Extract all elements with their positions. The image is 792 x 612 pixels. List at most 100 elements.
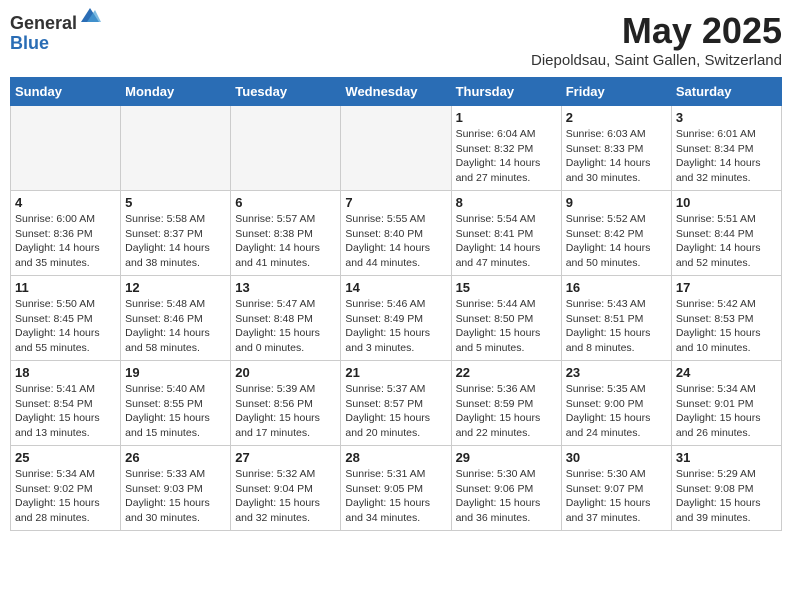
day-info: Sunrise: 5:35 AMSunset: 9:00 PMDaylight:… [566,382,667,441]
day-info: Sunrise: 5:46 AMSunset: 8:49 PMDaylight:… [345,297,446,356]
day-number: 25 [15,450,116,465]
calendar-cell [11,106,121,191]
day-info: Sunrise: 5:44 AMSunset: 8:50 PMDaylight:… [456,297,557,356]
calendar-cell: 22Sunrise: 5:36 AMSunset: 8:59 PMDayligh… [451,361,561,446]
calendar-header-row: Sunday Monday Tuesday Wednesday Thursday… [11,78,782,106]
col-saturday: Saturday [671,78,781,106]
day-info: Sunrise: 5:33 AMSunset: 9:03 PMDaylight:… [125,467,226,526]
day-info: Sunrise: 6:03 AMSunset: 8:33 PMDaylight:… [566,127,667,186]
calendar-cell: 8 Sunrise: 5:54 AMSunset: 8:41 PMDaylight… [451,191,561,276]
day-number: 23 [566,365,667,380]
day-number: 2 [566,110,667,125]
calendar-cell: 5 Sunrise: 5:58 AMSunset: 8:37 PMDaylight… [121,191,231,276]
day-info: Sunrise: 5:43 AMSunset: 8:51 PMDaylight:… [566,297,667,356]
logo-blue: Blue [10,34,101,54]
day-info: Sunrise: 5:55 AMSunset: 8:40 PMDaylight:… [345,212,446,271]
logo: General Blue [10,14,101,54]
header: General Blue May 2025 Diepoldsau, Saint … [10,10,782,69]
day-number: 19 [125,365,226,380]
day-number: 28 [345,450,446,465]
calendar-cell: 23 Sunrise: 5:35 AMSunset: 9:00 PMDayligh… [561,361,671,446]
calendar-cell: 1 Sunrise: 6:04 AMSunset: 8:32 PMDaylight… [451,106,561,191]
day-info: Sunrise: 5:36 AMSunset: 8:59 PMDaylight:… [456,382,557,441]
day-number: 14 [345,280,446,295]
day-info: Sunrise: 6:00 AMSunset: 8:36 PMDaylight:… [15,212,116,271]
calendar-cell: 30Sunrise: 5:30 AMSunset: 9:07 PMDayligh… [561,446,671,531]
calendar-cell: 13 Sunrise: 5:47 AMSunset: 8:48 PMDayligh… [231,276,341,361]
day-number: 15 [456,280,557,295]
calendar-cell [341,106,451,191]
day-number: 4 [15,195,116,210]
calendar-cell: 29 Sunrise: 5:30 AMSunset: 9:06 PMDayligh… [451,446,561,531]
day-info: Sunrise: 5:31 AMSunset: 9:05 PMDaylight:… [345,467,446,526]
logo-icon [79,4,101,26]
day-number: 24 [676,365,777,380]
day-info: Sunrise: 5:30 AMSunset: 9:07 PMDaylight:… [566,467,667,526]
day-number: 11 [15,280,116,295]
calendar-cell: 31 Sunrise: 5:29 AMSunset: 9:08 PMDayligh… [671,446,781,531]
col-tuesday: Tuesday [231,78,341,106]
calendar-cell: 3Sunrise: 6:01 AMSunset: 8:34 PMDaylight… [671,106,781,191]
day-info: Sunrise: 5:57 AMSunset: 8:38 PMDaylight:… [235,212,336,271]
day-info: Sunrise: 5:42 AMSunset: 8:53 PMDaylight:… [676,297,777,356]
calendar-cell [231,106,341,191]
calendar-cell: 6 Sunrise: 5:57 AMSunset: 8:38 PMDaylight… [231,191,341,276]
col-wednesday: Wednesday [341,78,451,106]
calendar-cell: 16 Sunrise: 5:43 AMSunset: 8:51 PMDayligh… [561,276,671,361]
day-number: 10 [676,195,777,210]
day-number: 31 [676,450,777,465]
calendar-cell: 14 Sunrise: 5:46 AMSunset: 8:49 PMDayligh… [341,276,451,361]
day-info: Sunrise: 5:29 AMSunset: 9:08 PMDaylight:… [676,467,777,526]
day-info: Sunrise: 5:50 AMSunset: 8:45 PMDaylight:… [15,297,116,356]
calendar-cell: 10Sunrise: 5:51 AMSunset: 8:44 PMDayligh… [671,191,781,276]
month-title: May 2025 [531,10,782,52]
day-info: Sunrise: 5:58 AMSunset: 8:37 PMDaylight:… [125,212,226,271]
calendar-cell: 21 Sunrise: 5:37 AMSunset: 8:57 PMDayligh… [341,361,451,446]
col-monday: Monday [121,78,231,106]
day-number: 9 [566,195,667,210]
day-number: 13 [235,280,336,295]
day-number: 18 [15,365,116,380]
day-info: Sunrise: 5:37 AMSunset: 8:57 PMDaylight:… [345,382,446,441]
day-info: Sunrise: 5:48 AMSunset: 8:46 PMDaylight:… [125,297,226,356]
week-row-2: 4 Sunrise: 6:00 AMSunset: 8:36 PMDaylight… [11,191,782,276]
day-info: Sunrise: 5:47 AMSunset: 8:48 PMDaylight:… [235,297,336,356]
day-number: 7 [345,195,446,210]
calendar-cell: 2 Sunrise: 6:03 AMSunset: 8:33 PMDaylight… [561,106,671,191]
calendar-cell: 17Sunrise: 5:42 AMSunset: 8:53 PMDayligh… [671,276,781,361]
day-number: 29 [456,450,557,465]
calendar-cell [121,106,231,191]
calendar-cell: 4 Sunrise: 6:00 AMSunset: 8:36 PMDaylight… [11,191,121,276]
week-row-5: 25 Sunrise: 5:34 AMSunset: 9:02 PMDayligh… [11,446,782,531]
week-row-4: 18Sunrise: 5:41 AMSunset: 8:54 PMDayligh… [11,361,782,446]
calendar-cell: 24 Sunrise: 5:34 AMSunset: 9:01 PMDayligh… [671,361,781,446]
week-row-1: 1 Sunrise: 6:04 AMSunset: 8:32 PMDaylight… [11,106,782,191]
day-number: 1 [456,110,557,125]
calendar-cell: 9 Sunrise: 5:52 AMSunset: 8:42 PMDaylight… [561,191,671,276]
day-number: 21 [345,365,446,380]
calendar: Sunday Monday Tuesday Wednesday Thursday… [10,77,782,531]
day-number: 8 [456,195,557,210]
col-sunday: Sunday [11,78,121,106]
day-number: 5 [125,195,226,210]
calendar-cell: 18Sunrise: 5:41 AMSunset: 8:54 PMDayligh… [11,361,121,446]
day-info: Sunrise: 6:01 AMSunset: 8:34 PMDaylight:… [676,127,777,186]
day-number: 6 [235,195,336,210]
day-info: Sunrise: 5:54 AMSunset: 8:41 PMDaylight:… [456,212,557,271]
day-info: Sunrise: 5:39 AMSunset: 8:56 PMDaylight:… [235,382,336,441]
calendar-cell: 19 Sunrise: 5:40 AMSunset: 8:55 PMDayligh… [121,361,231,446]
calendar-cell: 12 Sunrise: 5:48 AMSunset: 8:46 PMDayligh… [121,276,231,361]
day-info: Sunrise: 5:52 AMSunset: 8:42 PMDaylight:… [566,212,667,271]
subtitle: Diepoldsau, Saint Gallen, Switzerland [531,52,782,69]
day-info: Sunrise: 5:30 AMSunset: 9:06 PMDaylight:… [456,467,557,526]
day-info: Sunrise: 5:40 AMSunset: 8:55 PMDaylight:… [125,382,226,441]
day-info: Sunrise: 5:34 AMSunset: 9:01 PMDaylight:… [676,382,777,441]
calendar-cell: 28 Sunrise: 5:31 AMSunset: 9:05 PMDayligh… [341,446,451,531]
day-info: Sunrise: 5:34 AMSunset: 9:02 PMDaylight:… [15,467,116,526]
day-number: 12 [125,280,226,295]
logo-general: General [10,14,77,34]
calendar-cell: 27Sunrise: 5:32 AMSunset: 9:04 PMDayligh… [231,446,341,531]
day-number: 16 [566,280,667,295]
calendar-cell: 7 Sunrise: 5:55 AMSunset: 8:40 PMDaylight… [341,191,451,276]
day-info: Sunrise: 6:04 AMSunset: 8:32 PMDaylight:… [456,127,557,186]
